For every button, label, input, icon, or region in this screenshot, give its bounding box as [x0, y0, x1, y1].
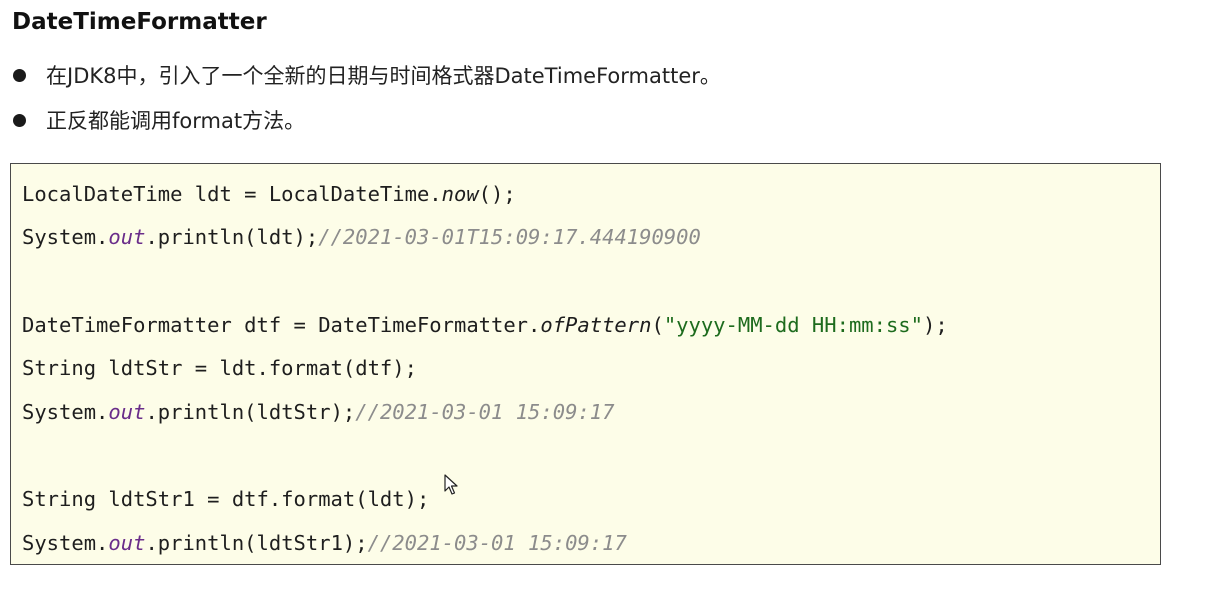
code-text: .println(ldt);	[145, 225, 319, 249]
bullet-list: 在JDK8中，引入了一个全新的日期与时间格式器DateTimeFormatter…	[12, 54, 721, 144]
code-text: LocalDateTime ldt = LocalDateTime.	[22, 182, 442, 206]
code-line: String ldtStr1 = dtf.format(ldt);	[22, 482, 429, 516]
code-comment: //2021-03-01 15:09:17	[367, 531, 627, 555]
code-line: String ldtStr = ldt.format(dtf);	[22, 351, 417, 385]
code-field: out	[108, 531, 146, 555]
code-line: LocalDateTime ldt = LocalDateTime.now();	[22, 177, 516, 211]
bullet-dot-icon	[13, 114, 26, 127]
bullet-text: 正反都能调用format方法。	[46, 109, 306, 133]
code-comment: //2021-03-01 15:09:17	[355, 400, 615, 424]
bullet-item: 正反都能调用format方法。	[12, 99, 721, 144]
bullet-item: 在JDK8中，引入了一个全新的日期与时间格式器DateTimeFormatter…	[12, 54, 721, 99]
code-line: System.out.println(ldtStr1);//2021-03-01…	[22, 526, 627, 560]
code-text: ();	[478, 182, 516, 206]
code-text: String ldtStr = ldt.format(dtf);	[22, 356, 417, 380]
code-line: DateTimeFormatter dtf = DateTimeFormatte…	[22, 308, 948, 342]
code-block: LocalDateTime ldt = LocalDateTime.now();…	[10, 163, 1161, 565]
code-text: System.	[22, 400, 109, 424]
code-line: System.out.println(ldt);//2021-03-01T15:…	[22, 220, 701, 254]
code-text: DateTimeFormatter dtf = DateTimeFormatte…	[22, 313, 541, 337]
mouse-pointer-icon	[444, 474, 458, 495]
page-title: DateTimeFormatter	[12, 9, 267, 35]
code-text: System.	[22, 225, 109, 249]
code-text: );	[923, 313, 948, 337]
code-field: out	[108, 400, 146, 424]
code-line: System.out.println(ldtStr);//2021-03-01 …	[22, 395, 614, 429]
bullet-dot-icon	[13, 69, 26, 82]
bullet-text: 在JDK8中，引入了一个全新的日期与时间格式器DateTimeFormatter…	[46, 64, 721, 88]
code-text: .println(ldtStr);	[145, 400, 356, 424]
code-method: ofPattern	[540, 313, 652, 337]
code-comment: //2021-03-01T15:09:17.444190900	[318, 225, 701, 249]
code-text: .println(ldtStr1);	[145, 531, 368, 555]
code-text: System.	[22, 531, 109, 555]
code-method: now	[441, 182, 479, 206]
code-text: String ldtStr1 = dtf.format(ldt);	[22, 487, 430, 511]
code-field: out	[108, 225, 146, 249]
code-text: (	[651, 313, 664, 337]
code-string: "yyyy-MM-dd HH:mm:ss"	[663, 313, 923, 337]
